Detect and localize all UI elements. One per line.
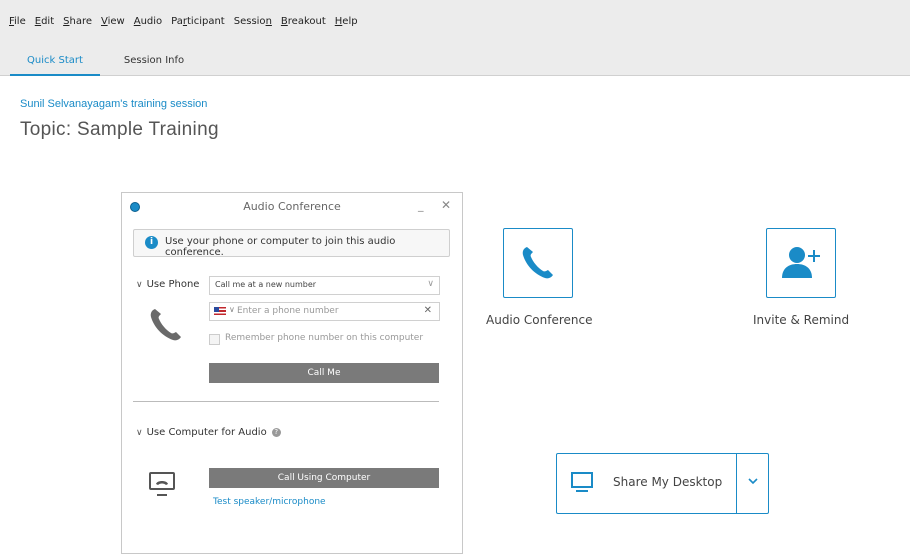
panel-title-bar: Audio Conference _ ✕ [122, 193, 462, 219]
invite-remind-tile[interactable] [766, 228, 836, 298]
minimize-button[interactable]: _ [418, 199, 424, 212]
test-speaker-link[interactable]: Test speaker/microphone [213, 497, 326, 507]
menu-item[interactable]: Session [234, 16, 272, 27]
session-topic: Topic: Sample Training [20, 119, 219, 140]
share-desktop-label: Share My Desktop [613, 475, 723, 489]
info-text: Use your phone or computer to join this … [165, 236, 396, 258]
session-host-link[interactable]: Sunil Selvanayagam's training session [20, 98, 207, 110]
call-using-computer-button[interactable]: Call Using Computer [209, 468, 439, 488]
menu-item[interactable]: Participant [171, 16, 225, 27]
chevron-down-icon[interactable] [747, 474, 759, 488]
audio-conference-panel: Audio Conference _ ✕ i Use your phone or… [121, 192, 463, 554]
audio-conference-label[interactable]: Audio Conference [486, 313, 593, 327]
invite-remind-label[interactable]: Invite & Remind [753, 313, 849, 327]
divider [133, 401, 439, 402]
menu-item[interactable]: View [101, 16, 125, 27]
us-flag-icon[interactable] [214, 307, 226, 315]
close-button[interactable]: ✕ [441, 198, 451, 212]
menu-item[interactable]: Help [335, 16, 358, 27]
chevron-down-icon: ∨ [427, 279, 434, 289]
phone-number-placeholder: Enter a phone number [237, 306, 339, 316]
use-phone-label: Use Phone [146, 279, 200, 290]
tab-bar: Quick Start Session Info [0, 48, 910, 76]
menu-bar: File Edit Share View Audio Participant Session… [0, 0, 910, 48]
use-computer-label: Use Computer for Audio [146, 427, 267, 438]
tab-session-info[interactable]: Session Info [112, 48, 196, 74]
phone-icon [522, 247, 553, 279]
remember-label: Remember phone number on this computer [225, 333, 424, 343]
monitor-icon [571, 472, 593, 492]
menu-item[interactable]: Edit [35, 16, 54, 27]
call-me-button[interactable]: Call Me [209, 363, 439, 383]
chevron-down-icon: ∨ [136, 428, 143, 438]
computer-audio-icon [149, 472, 175, 496]
phone-number-field[interactable]: ∨ Enter a phone number ✕ [209, 302, 440, 321]
use-phone-toggle[interactable]: ∨ Use Phone [136, 279, 199, 290]
info-banner: i Use your phone or computer to join thi… [133, 229, 450, 258]
tab-quick-start[interactable]: Quick Start [10, 48, 100, 76]
add-person-icon [782, 247, 820, 278]
use-computer-toggle[interactable]: ∨ Use Computer for Audio? [136, 427, 281, 438]
panel-title: Audio Conference [243, 200, 341, 213]
clear-icon[interactable]: ✕ [424, 305, 432, 316]
share-desktop-button[interactable]: Share My Desktop [556, 453, 769, 514]
phone-handset-icon [150, 309, 181, 341]
menu-item[interactable]: Breakout [281, 16, 326, 27]
chevron-down-icon: ∨ [136, 280, 143, 290]
audio-conference-tile[interactable] [503, 228, 573, 298]
info-icon: i [145, 236, 158, 249]
menu: File Edit Share View Audio Participant Session… [9, 16, 367, 27]
menu-item[interactable]: Audio [134, 16, 162, 27]
call-option-select[interactable]: Call me at a new number ∨ [209, 276, 440, 295]
chevron-down-icon[interactable]: ∨ [229, 305, 235, 314]
remember-checkbox[interactable] [209, 334, 220, 345]
share-divider [736, 454, 737, 513]
menu-item[interactable]: File [9, 16, 26, 27]
menu-item[interactable]: Share [63, 16, 92, 27]
help-icon[interactable]: ? [271, 427, 281, 437]
call-option-value: Call me at a new number [215, 280, 317, 289]
